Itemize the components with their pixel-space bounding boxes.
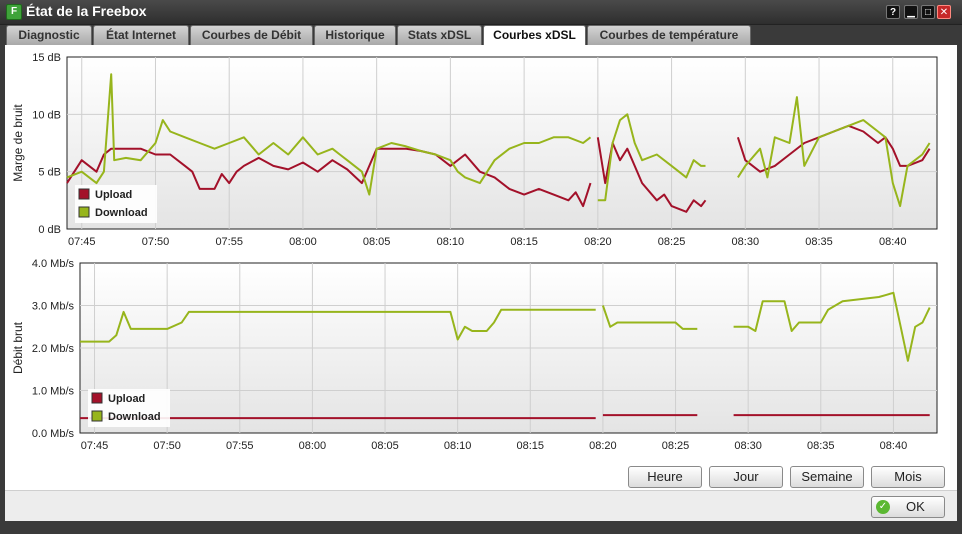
y-tick-label: 1.0 Mb/s [32, 386, 75, 398]
tab-stats-xdsl[interactable]: Stats xDSL [397, 25, 482, 45]
x-tick-label: 07:55 [215, 236, 243, 248]
y-axis-label: Marge de bruit [11, 104, 25, 182]
x-tick-label: 08:40 [880, 440, 908, 452]
x-tick-label: 08:10 [444, 440, 472, 452]
y-tick-label: 5 dB [38, 167, 61, 179]
x-tick-label: 08:05 [371, 440, 399, 452]
legend-swatch-upload [91, 392, 103, 404]
check-icon: ✓ [876, 500, 890, 514]
x-tick-label: 08:05 [363, 236, 391, 248]
tab-courbes-temperature[interactable]: Courbes de température [587, 25, 751, 45]
y-tick-label: 0.0 Mb/s [32, 428, 75, 440]
x-tick-label: 08:25 [658, 236, 686, 248]
x-tick-label: 08:30 [734, 440, 762, 452]
maximize-icon[interactable]: □ [921, 5, 935, 19]
x-tick-label: 08:15 [510, 236, 538, 248]
legend-label-download: Download [95, 207, 148, 219]
x-tick-label: 08:20 [589, 440, 617, 452]
x-tick-label: 08:40 [879, 236, 907, 248]
range-week-button[interactable]: Semaine [790, 466, 864, 488]
xdsl-charts: 07:45 07:50 07:55 08:00 08:05 08:10 08:15 08:20… [11, 52, 938, 452]
y-tick-label: 4.0 Mb/s [32, 258, 75, 270]
ok-button[interactable]: ✓ OK [871, 496, 945, 518]
legend-swatch-download [78, 206, 90, 218]
range-day-button[interactable]: Jour [709, 466, 783, 488]
x-tick-label: 08:35 [807, 440, 835, 452]
x-tick-label: 08:10 [437, 236, 465, 248]
x-tick-label: 08:15 [517, 440, 545, 452]
legend-label-upload: Upload [95, 189, 132, 201]
y-tick-label: 15 dB [32, 52, 61, 64]
tab-etat-internet[interactable]: État Internet [93, 25, 189, 45]
x-tick-label: 08:35 [805, 236, 833, 248]
legend-label-download: Download [108, 411, 161, 423]
y-axis-label: Débit brut [11, 321, 25, 374]
range-month-button[interactable]: Mois [871, 466, 945, 488]
x-tick-label: 08:00 [289, 236, 317, 248]
y-tick-label: 2.0 Mb/s [32, 343, 75, 355]
x-tick-label: 07:45 [81, 440, 109, 452]
tab-diagnostic[interactable]: Diagnostic [6, 25, 92, 45]
x-tick-label: 07:50 [142, 236, 170, 248]
x-tick-label: 07:55 [226, 440, 254, 452]
close-icon[interactable]: ✕ [937, 5, 951, 19]
tab-courbes-debit[interactable]: Courbes de Débit [190, 25, 313, 45]
x-tick-label: 07:50 [153, 440, 181, 452]
ok-label: OK [906, 499, 925, 514]
legend-label-upload: Upload [108, 393, 145, 405]
legend-swatch-upload [78, 188, 90, 200]
range-hour-button[interactable]: Heure [628, 466, 702, 488]
legend-swatch-download [91, 410, 103, 422]
x-tick-label: 08:30 [732, 236, 760, 248]
x-tick-label: 07:45 [68, 236, 96, 248]
y-tick-label: 3.0 Mb/s [32, 301, 75, 313]
title-bar: F État de la Freebox ? ▁ □ ✕ [0, 0, 962, 25]
y-tick-label: 10 dB [32, 109, 61, 121]
x-tick-label: 08:20 [584, 236, 612, 248]
tab-historique[interactable]: Historique [314, 25, 396, 45]
minimize-icon[interactable]: ▁ [904, 5, 918, 19]
window-title: État de la Freebox [26, 3, 147, 19]
tab-courbes-xdsl[interactable]: Courbes xDSL [483, 25, 586, 46]
x-tick-label: 08:00 [299, 440, 327, 452]
charts-panel: 07:45 07:50 07:55 08:00 08:05 08:10 08:15 08:20… [5, 45, 957, 490]
y-tick-label: 0 dB [38, 224, 61, 236]
freebox-logo-icon: F [6, 4, 22, 20]
help-icon[interactable]: ? [886, 5, 900, 19]
x-tick-label: 08:25 [662, 440, 690, 452]
dialog-footer: Heure Jour Semaine Mois ✓ OK [5, 466, 957, 521]
